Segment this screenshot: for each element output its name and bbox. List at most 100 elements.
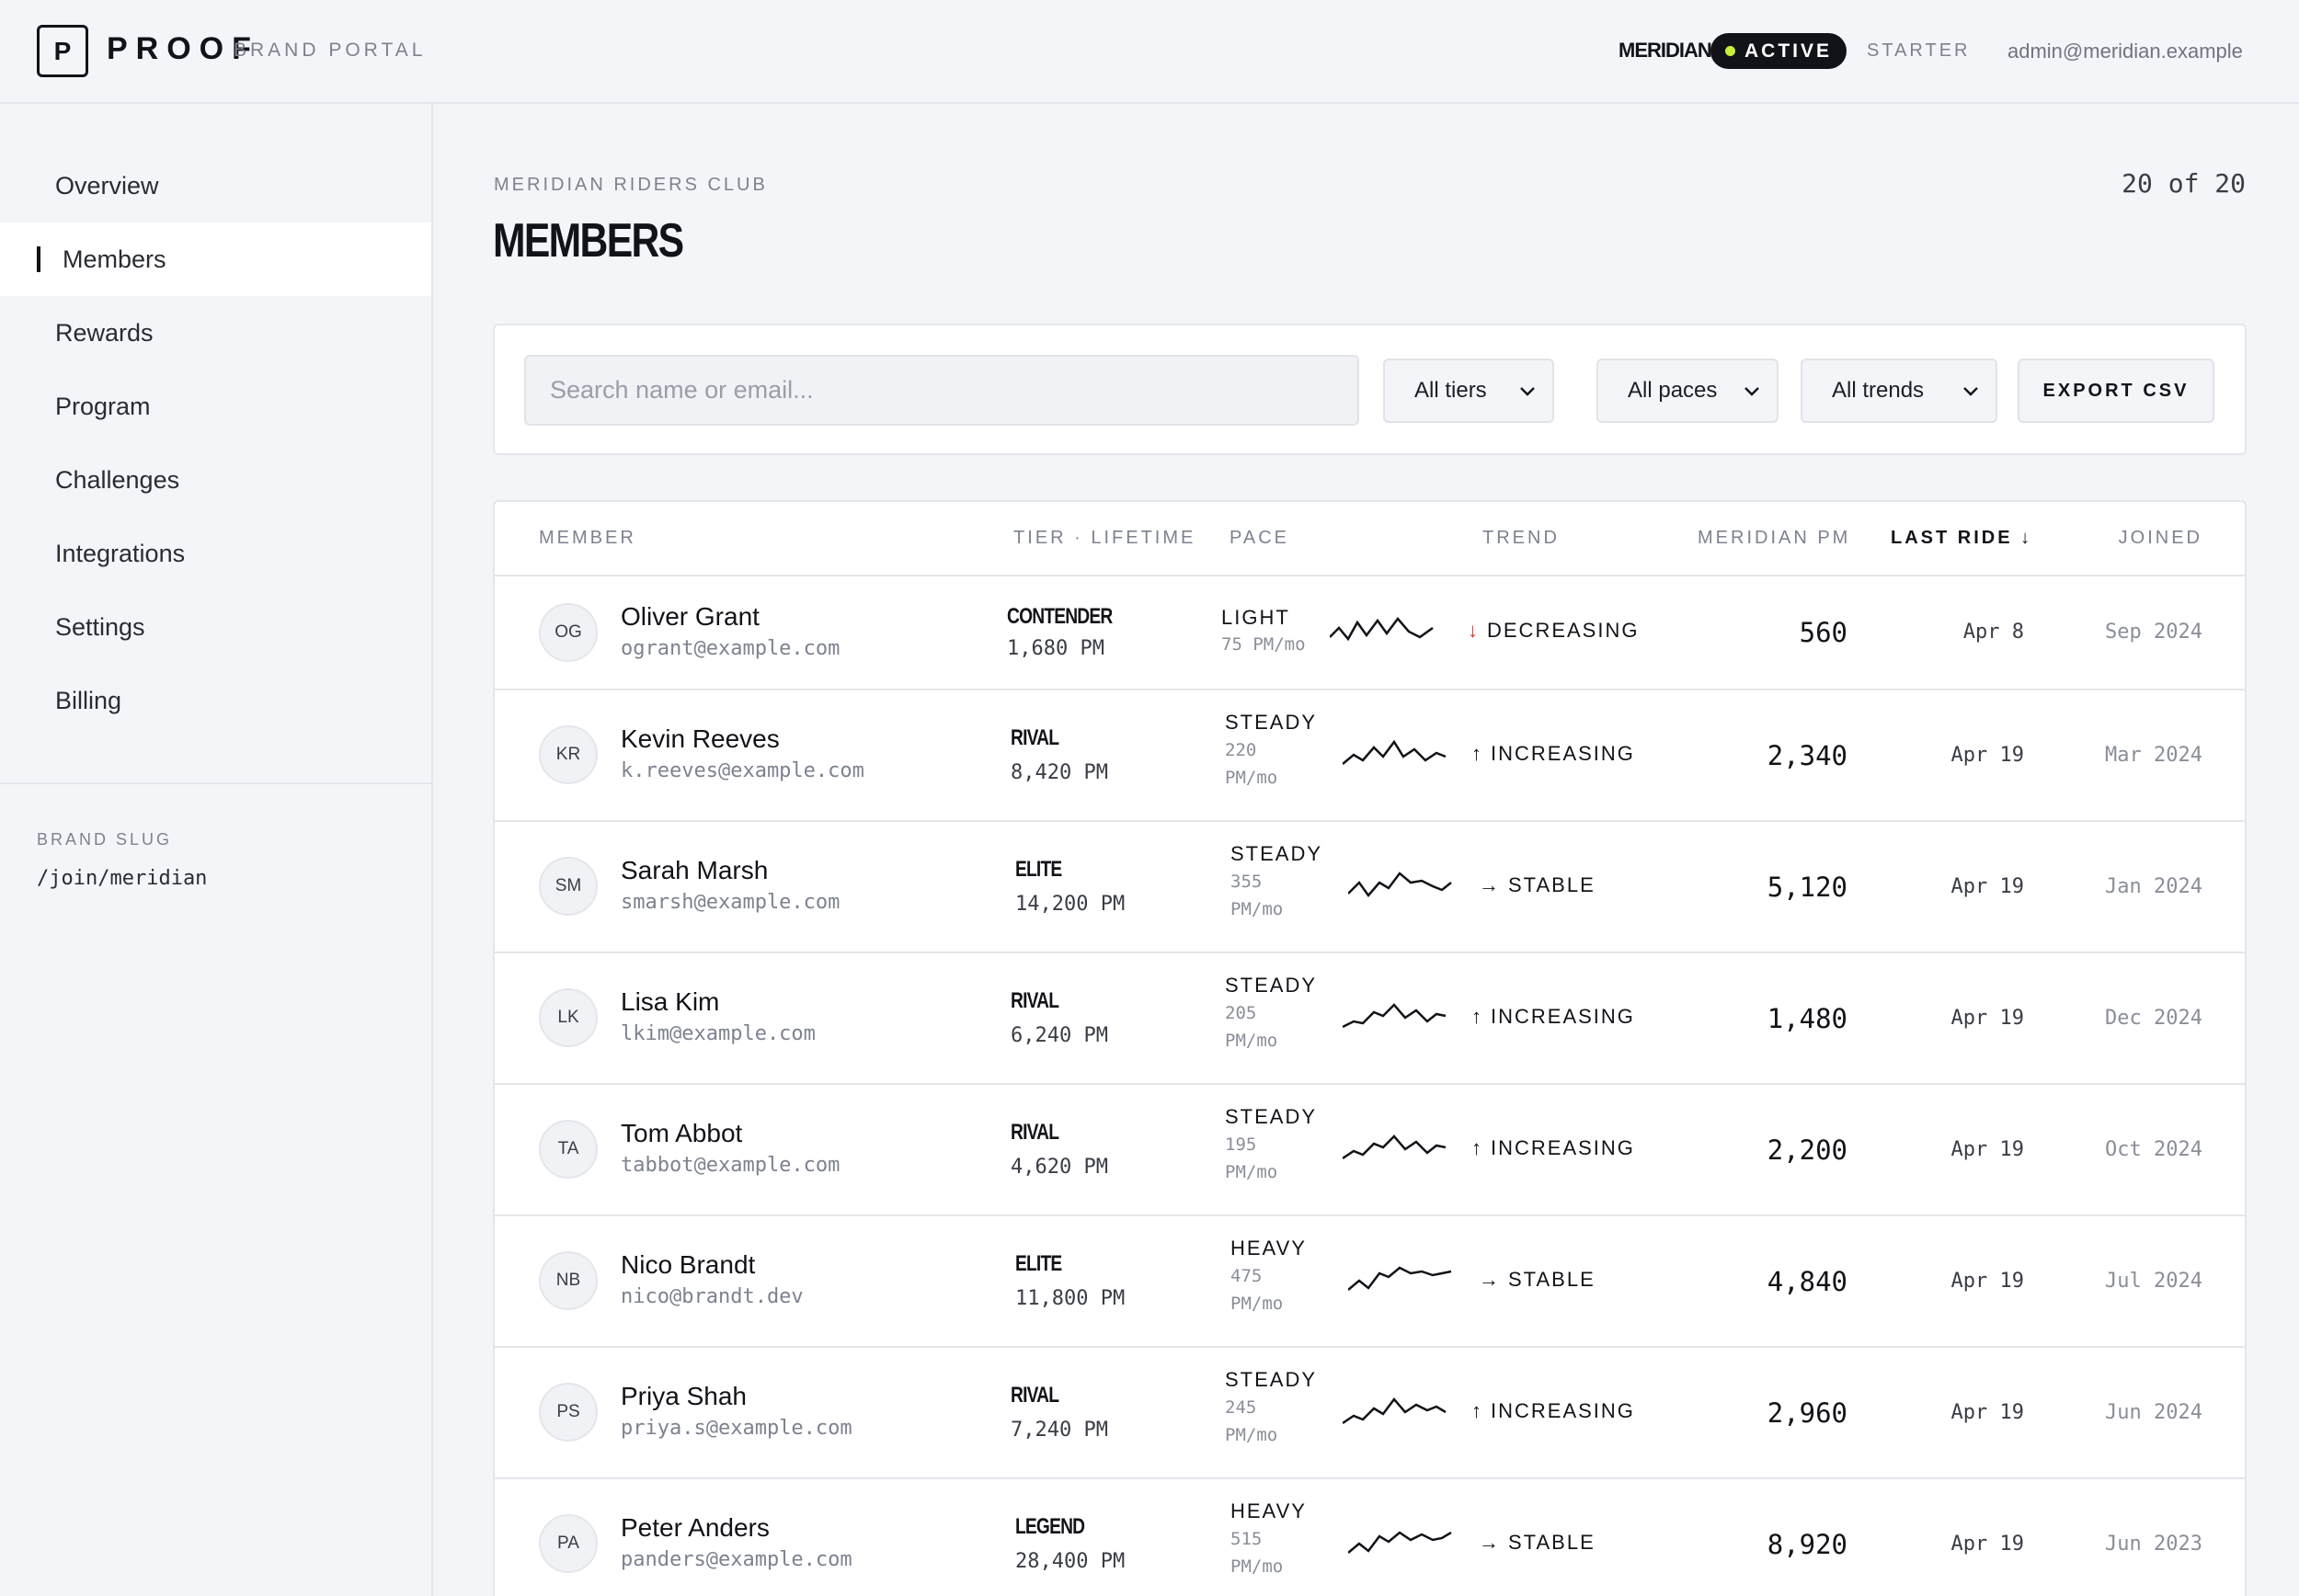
pace-rate: 515 PM/mo xyxy=(1230,1525,1283,1580)
sidebar-item-overview[interactable]: Overview xyxy=(0,149,431,222)
arrow-down-icon: ↓ xyxy=(1468,619,1480,642)
sidebar-item-rewards[interactable]: Rewards xyxy=(0,296,431,370)
tier-label: ELITE xyxy=(1015,857,1062,882)
column-header-trend[interactable]: TREND xyxy=(1482,528,1560,549)
pace-rate: 475 PM/mo xyxy=(1230,1262,1283,1317)
sidebar-item-settings[interactable]: Settings xyxy=(0,590,431,664)
table-row[interactable]: NB Nico Brandt nico@brandt.dev ELITE 11,… xyxy=(495,1214,2245,1346)
tier-label: LEGEND xyxy=(1015,1514,1085,1539)
search-input[interactable]: Search name or email... xyxy=(524,355,1359,426)
column-header-meridian-pm[interactable]: MERIDIAN PM xyxy=(1698,528,1850,549)
pace-rate: 75 PM/mo xyxy=(1221,634,1306,655)
trend-label: INCREASING xyxy=(1491,1136,1635,1159)
pace-rate-value: 355 xyxy=(1230,872,1263,892)
sidebar-item-members[interactable]: Members xyxy=(0,222,431,296)
trend-indicator: ↑ INCREASING xyxy=(1471,1399,1635,1423)
member-name: Oliver Grant xyxy=(621,602,760,631)
column-header-last-ride[interactable]: LAST RIDE ↓ xyxy=(1891,528,2032,549)
trend-label: INCREASING xyxy=(1491,1005,1635,1028)
table-row[interactable]: KR Kevin Reeves k.reeves@example.com RIV… xyxy=(495,689,2245,820)
meridian-pm-value: 2,340 xyxy=(1767,740,1847,771)
column-header-member[interactable]: MEMBER xyxy=(539,528,636,549)
pace-rate-value: 220 xyxy=(1225,740,1257,760)
member-email: lkim@example.com xyxy=(621,1022,816,1045)
sidebar-divider xyxy=(0,782,431,784)
chevron-down-icon xyxy=(1520,387,1535,396)
avatar: OG xyxy=(539,603,598,662)
brand-slug-label: BRAND SLUG xyxy=(37,830,173,849)
sidebar-item-billing[interactable]: Billing xyxy=(0,664,431,737)
table-row[interactable]: SM Sarah Marsh smarsh@example.com ELITE … xyxy=(495,820,2245,952)
trend-label: STABLE xyxy=(1508,873,1596,896)
table-row[interactable]: TA Tom Abbot tabbot@example.com RIVAL 4,… xyxy=(495,1083,2245,1214)
trend-indicator: → STABLE xyxy=(1479,1268,1596,1292)
member-name: Priya Shah xyxy=(621,1382,747,1410)
trend-indicator: ↑ INCREASING xyxy=(1471,1005,1635,1029)
breadcrumb: MERIDIAN RIDERS CLUB xyxy=(494,175,768,195)
export-csv-button[interactable]: EXPORT CSV xyxy=(2018,359,2214,423)
pace-rate-unit: PM/mo xyxy=(1225,1425,1278,1445)
tier-label: RIVAL xyxy=(1011,725,1059,750)
pace-label: STEADY xyxy=(1225,711,1318,734)
sparkline xyxy=(1348,1531,1452,1554)
sidebar-item-program[interactable]: Program xyxy=(0,370,431,443)
last-ride-date: Apr 19 xyxy=(1950,1401,2024,1424)
sidebar-item-label: Integrations xyxy=(55,539,186,567)
pace-rate-value: 515 xyxy=(1230,1529,1263,1549)
sidebar-item-integrations[interactable]: Integrations xyxy=(0,517,431,590)
meridian-pm-value: 2,960 xyxy=(1767,1397,1847,1429)
sparkline xyxy=(1348,1266,1452,1291)
filter-bar: Search name or email... All tiers All pa… xyxy=(493,324,2247,455)
pace-rate: 220 PM/mo xyxy=(1225,736,1277,792)
pace-rate-value: 475 xyxy=(1230,1266,1263,1286)
pace-rate-value: 195 xyxy=(1225,1134,1257,1155)
tier-label: RIVAL xyxy=(1011,1383,1059,1408)
column-header-joined[interactable]: JOINED xyxy=(2119,528,2202,549)
trend-filter-value: All trends xyxy=(1832,378,1925,403)
pace-rate-unit: PM/mo xyxy=(1230,1294,1284,1314)
member-email: panders@example.com xyxy=(621,1548,852,1571)
member-name: Sarah Marsh xyxy=(621,856,769,884)
lifetime-pm: 4,620 PM xyxy=(1011,1156,1108,1179)
sidebar-item-challenges[interactable]: Challenges xyxy=(0,443,431,517)
pace-rate-unit: PM/mo xyxy=(1225,1031,1278,1051)
joined-date: Jul 2024 xyxy=(2105,1270,2202,1293)
member-email: priya.s@example.com xyxy=(621,1417,852,1440)
avatar: KR xyxy=(539,725,598,784)
tier-label: CONTENDER xyxy=(1007,604,1113,629)
pace-filter-select[interactable]: All paces xyxy=(1596,359,1779,423)
arrow-up-icon: ↑ xyxy=(1471,742,1483,765)
joined-date: Jun 2024 xyxy=(2105,1401,2202,1424)
joined-date: Sep 2024 xyxy=(2105,621,2202,644)
tier-filter-select[interactable]: All tiers xyxy=(1383,359,1554,423)
member-email: k.reeves@example.com xyxy=(621,759,864,782)
arrow-up-icon: ↑ xyxy=(1471,1136,1483,1159)
sidebar-item-label: Challenges xyxy=(55,465,180,494)
pace-rate: 195 PM/mo xyxy=(1225,1131,1277,1186)
trend-filter-select[interactable]: All trends xyxy=(1801,359,1997,423)
member-email: nico@brandt.dev xyxy=(621,1285,804,1308)
meridian-pm-value: 1,480 xyxy=(1767,1003,1847,1034)
user-email[interactable]: admin@meridian.example xyxy=(2007,40,2243,63)
sparkline xyxy=(1343,1134,1447,1160)
sidebar-item-label: Billing xyxy=(55,686,122,714)
sparkline xyxy=(1343,739,1447,765)
trend-label: DECREASING xyxy=(1487,619,1640,642)
column-header-tier[interactable]: TIER · LIFETIME xyxy=(1013,528,1195,549)
table-row[interactable]: OG Oliver Grant ogrant@example.com CONTE… xyxy=(495,575,2245,689)
table-row[interactable]: PA Peter Anders panders@example.com LEGE… xyxy=(495,1477,2245,1596)
meridian-pm-value: 8,920 xyxy=(1767,1529,1847,1560)
column-header-pace[interactable]: PACE xyxy=(1230,528,1289,549)
proof-logo[interactable]: P xyxy=(37,25,88,77)
trend-indicator: ↑ INCREASING xyxy=(1471,742,1635,766)
trend-label: INCREASING xyxy=(1491,1399,1635,1422)
table-row[interactable]: PS Priya Shah priya.s@example.com RIVAL … xyxy=(495,1346,2245,1477)
sidebar-item-label: Settings xyxy=(55,612,145,641)
avatar: NB xyxy=(539,1251,598,1310)
pace-label: HEAVY xyxy=(1230,1499,1307,1522)
member-email: smarsh@example.com xyxy=(621,891,841,914)
table-row[interactable]: LK Lisa Kim lkim@example.com RIVAL 6,240… xyxy=(495,952,2245,1083)
pace-filter-value: All paces xyxy=(1628,378,1718,403)
sparkline xyxy=(1343,1003,1447,1029)
pace-label: HEAVY xyxy=(1230,1237,1307,1260)
